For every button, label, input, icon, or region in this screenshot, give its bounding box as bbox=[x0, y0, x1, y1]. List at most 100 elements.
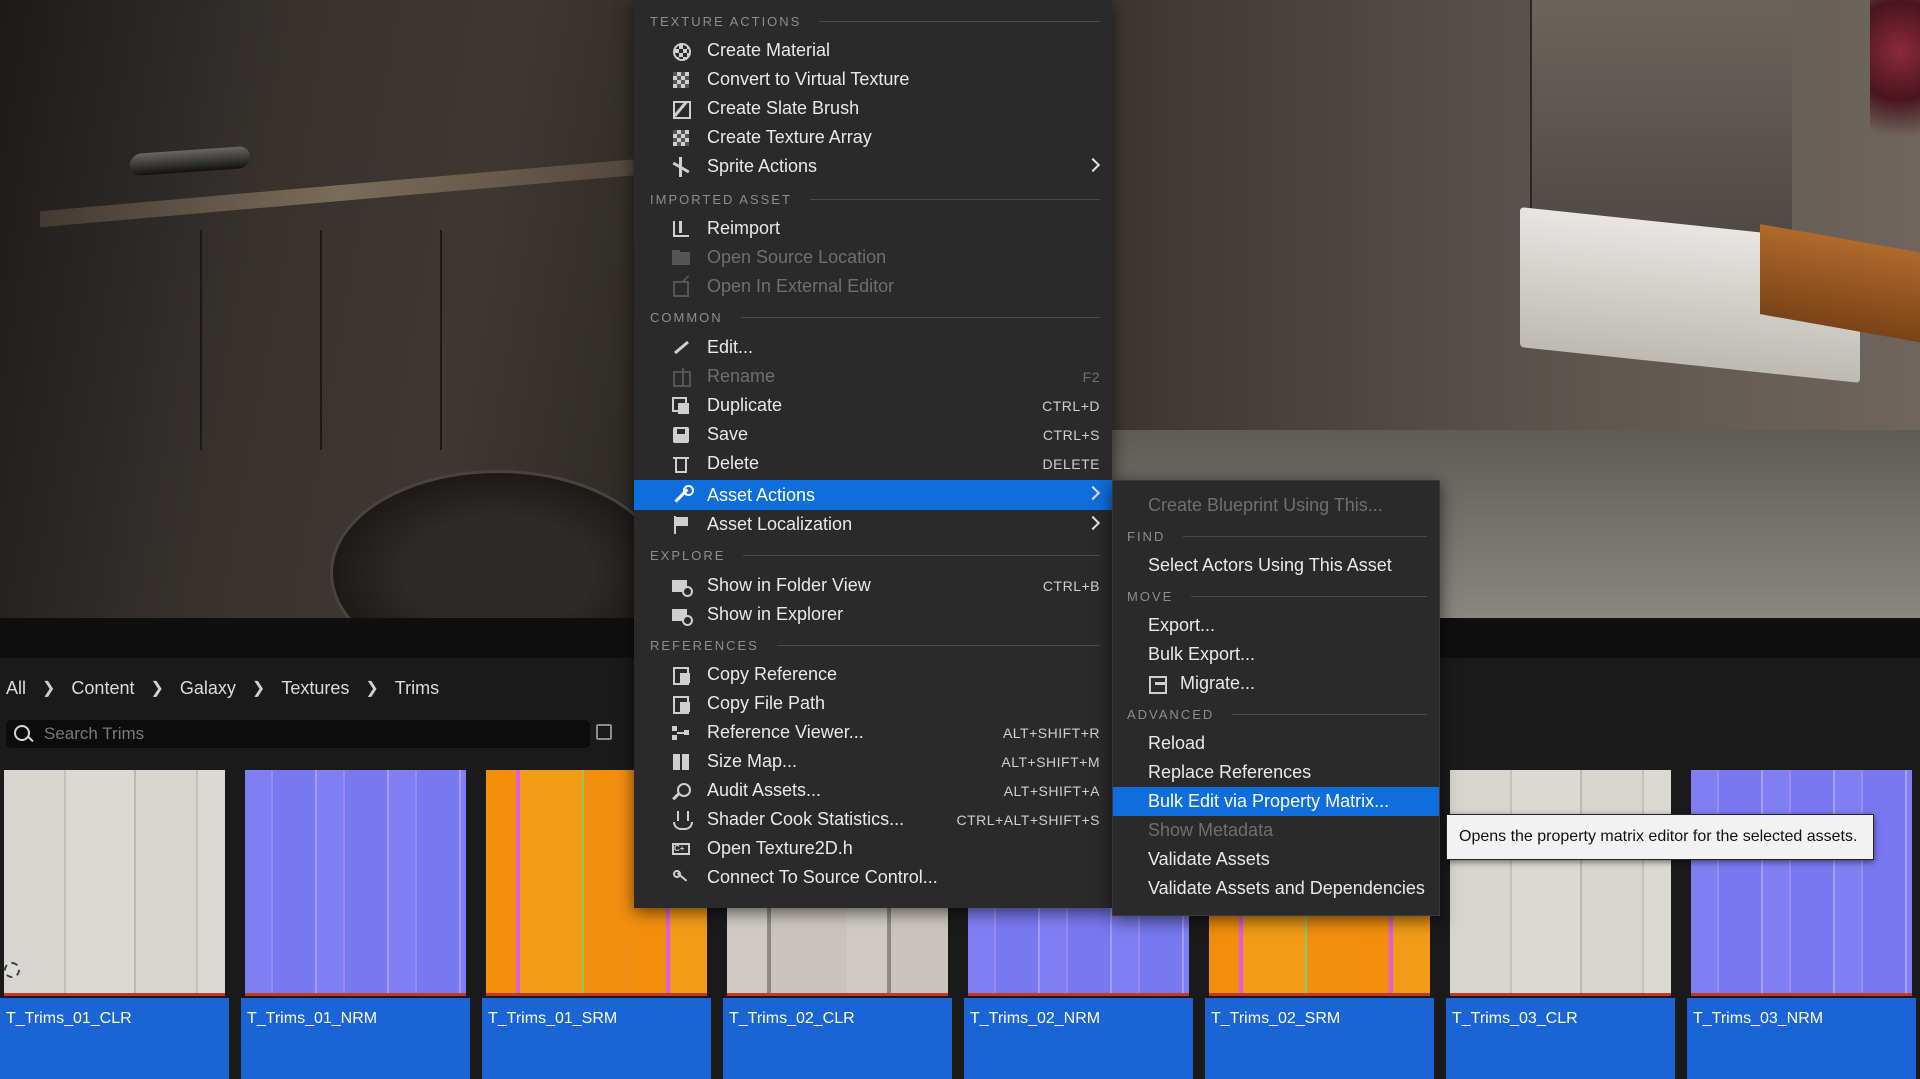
asset-tile[interactable]: T_Trims_03_CLR bbox=[1446, 766, 1675, 1079]
menu-item-sprite-actions[interactable]: Sprite Actions bbox=[634, 152, 1112, 181]
material-ball-icon bbox=[671, 41, 691, 61]
asset-tile[interactable]: T_Trims_01_CLR bbox=[0, 766, 229, 1079]
menu-item-duplicate[interactable]: Duplicate CTRL+D bbox=[634, 391, 1112, 420]
menu-item-label: Connect To Source Control... bbox=[707, 867, 938, 887]
section-title: FIND bbox=[1127, 528, 1166, 544]
menu-item-show-explorer[interactable]: Show in Explorer bbox=[634, 600, 1112, 629]
menu-item-select-actors[interactable]: Select Actors Using This Asset bbox=[1113, 551, 1439, 580]
menu-item-label: Show in Folder View bbox=[707, 575, 871, 595]
menu-item-show-folder-view[interactable]: Show in Folder View CTRL+B bbox=[634, 571, 1112, 600]
menu-item-label: Create Blueprint Using This... bbox=[1148, 495, 1383, 515]
menu-item-create-blueprint[interactable]: Create Blueprint Using This... bbox=[1113, 491, 1439, 520]
section-divider bbox=[1191, 595, 1427, 597]
menu-item-label: Sprite Actions bbox=[707, 156, 818, 176]
menu-item-save[interactable]: Save CTRL+S bbox=[634, 420, 1112, 449]
menu-item-connect-source-control[interactable]: Connect To Source Control... bbox=[634, 863, 1112, 892]
menu-item-size-map[interactable]: Size Map... ALT+SHIFT+M bbox=[634, 747, 1112, 776]
section-divider bbox=[1232, 713, 1427, 715]
chevron-right-icon bbox=[1085, 157, 1101, 173]
search-input[interactable] bbox=[42, 723, 590, 745]
asset-type-bar bbox=[245, 993, 466, 996]
section-header: COMMON bbox=[634, 306, 1112, 328]
menu-item-bulk-edit-property-matrix[interactable]: Bulk Edit via Property Matrix... bbox=[1113, 787, 1439, 816]
menu-item-label: Show in Explorer bbox=[707, 604, 844, 624]
menu-item-label: Bulk Edit via Property Matrix... bbox=[1148, 791, 1390, 811]
menu-item-shader-cook-statistics[interactable]: Shader Cook Statistics... CTRL+ALT+SHIFT+… bbox=[634, 805, 1112, 834]
menu-item-label: Create Material bbox=[707, 40, 831, 60]
menu-item-reference-viewer[interactable]: Reference Viewer... ALT+SHIFT+R bbox=[634, 718, 1112, 747]
menu-item-label: Size Map... bbox=[707, 751, 798, 771]
chevron-right-icon[interactable]: ❯ bbox=[140, 678, 173, 698]
menu-item-open-source-location[interactable]: Open Source Location bbox=[634, 243, 1112, 272]
chevron-right-icon[interactable]: ❯ bbox=[32, 678, 65, 698]
wall-panel-seam bbox=[320, 230, 322, 450]
menu-item-copy-reference[interactable]: Copy Reference bbox=[634, 660, 1112, 689]
breadcrumb: All ❯ Content ❯ Galaxy ❯ Textures ❯ Trim… bbox=[0, 668, 445, 708]
menu-item-create-material[interactable]: Create Material bbox=[634, 36, 1112, 65]
tooltip: Opens the property matrix editor for the… bbox=[1446, 814, 1874, 860]
menu-item-copy-file-path[interactable]: Copy File Path bbox=[634, 689, 1112, 718]
pencil-icon bbox=[671, 338, 691, 358]
asset-type-bar bbox=[1691, 993, 1912, 996]
wrench-icon bbox=[671, 485, 694, 505]
asset-label: T_Trims_01_SRM bbox=[482, 998, 711, 1079]
menu-item-show-metadata[interactable]: Show Metadata bbox=[1113, 816, 1439, 845]
save-search-icon[interactable] bbox=[596, 724, 612, 740]
section-header: EXPLORE bbox=[634, 544, 1112, 566]
asset-label: T_Trims_03_NRM bbox=[1687, 998, 1916, 1079]
wall-vent bbox=[130, 145, 250, 177]
menu-item-open-texture2d[interactable]: Open Texture2D.h bbox=[634, 834, 1112, 863]
shortcut-label: ALT+SHIFT+M bbox=[1001, 753, 1100, 770]
menu-item-delete[interactable]: Delete DELETE bbox=[634, 449, 1112, 478]
menu-item-asset-localization[interactable]: Asset Localization bbox=[634, 510, 1112, 539]
menu-item-reload[interactable]: Reload bbox=[1113, 729, 1439, 758]
asset-type-bar bbox=[1209, 993, 1430, 996]
menu-item-label: Copy Reference bbox=[707, 664, 838, 684]
breadcrumb-content[interactable]: Content bbox=[65, 678, 140, 699]
asset-name: T_Trims_02_CLR bbox=[729, 1010, 855, 1027]
breadcrumb-textures[interactable]: Textures bbox=[275, 678, 355, 699]
asset-context-menu: TEXTURE ACTIONS Create Material Convert … bbox=[634, 0, 1112, 908]
graph-icon bbox=[671, 723, 691, 743]
chevron-right-icon[interactable]: ❯ bbox=[355, 678, 388, 698]
breadcrumb-trims[interactable]: Trims bbox=[389, 678, 445, 699]
menu-item-label: Create Texture Array bbox=[707, 127, 872, 147]
chevron-right-icon bbox=[1085, 515, 1101, 531]
menu-item-reimport[interactable]: Reimport bbox=[634, 214, 1112, 243]
shortcut-label: CTRL+D bbox=[1042, 397, 1100, 414]
menu-item-migrate[interactable]: Migrate... bbox=[1113, 669, 1439, 698]
menu-item-open-external-editor[interactable]: Open In External Editor bbox=[634, 272, 1112, 301]
menu-item-label: Open In External Editor bbox=[707, 276, 895, 296]
section-title: TEXTURE ACTIONS bbox=[650, 13, 802, 29]
asset-tile[interactable]: T_Trims_01_NRM bbox=[241, 766, 470, 1079]
wall-panel-seam bbox=[200, 230, 202, 450]
menu-item-label: Copy File Path bbox=[707, 693, 826, 713]
menu-item-replace-references[interactable]: Replace References bbox=[1113, 758, 1439, 787]
menu-item-rename[interactable]: Rename F2 bbox=[634, 362, 1112, 391]
external-icon bbox=[671, 277, 691, 297]
menu-item-validate-assets[interactable]: Validate Assets bbox=[1113, 845, 1439, 874]
wall-panel-seam bbox=[440, 230, 442, 450]
trash-icon bbox=[671, 454, 691, 474]
menu-item-validate-dependencies[interactable]: Validate Assets and Dependencies bbox=[1113, 874, 1439, 903]
breadcrumb-galaxy[interactable]: Galaxy bbox=[174, 678, 242, 699]
folder-view-icon bbox=[671, 576, 693, 597]
menu-item-create-slate-brush[interactable]: Create Slate Brush bbox=[634, 94, 1112, 123]
chevron-right-icon[interactable]: ❯ bbox=[242, 678, 275, 698]
menu-item-create-texture-array[interactable]: Create Texture Array bbox=[634, 123, 1112, 152]
menu-item-edit[interactable]: Edit... bbox=[634, 333, 1112, 362]
menu-item-label: Create Slate Brush bbox=[707, 98, 860, 118]
asset-thumbnail bbox=[1691, 770, 1912, 993]
menu-item-asset-actions[interactable]: Asset Actions bbox=[634, 480, 1112, 510]
breadcrumb-all[interactable]: All bbox=[0, 678, 32, 699]
menu-item-export[interactable]: Export... bbox=[1113, 611, 1439, 640]
asset-name: T_Trims_03_NRM bbox=[1693, 1010, 1824, 1027]
menu-item-audit-assets[interactable]: Audit Assets... ALT+SHIFT+A bbox=[634, 776, 1112, 805]
asset-type-bar bbox=[486, 993, 707, 996]
search-box bbox=[6, 720, 590, 748]
section-divider bbox=[743, 554, 1100, 556]
menu-item-bulk-export[interactable]: Bulk Export... bbox=[1113, 640, 1439, 669]
menu-item-convert-virtual-texture[interactable]: Convert to Virtual Texture bbox=[634, 65, 1112, 94]
asset-name: T_Trims_01_CLR bbox=[6, 1010, 132, 1027]
asset-tile[interactable]: T_Trims_03_NRM bbox=[1687, 766, 1916, 1079]
